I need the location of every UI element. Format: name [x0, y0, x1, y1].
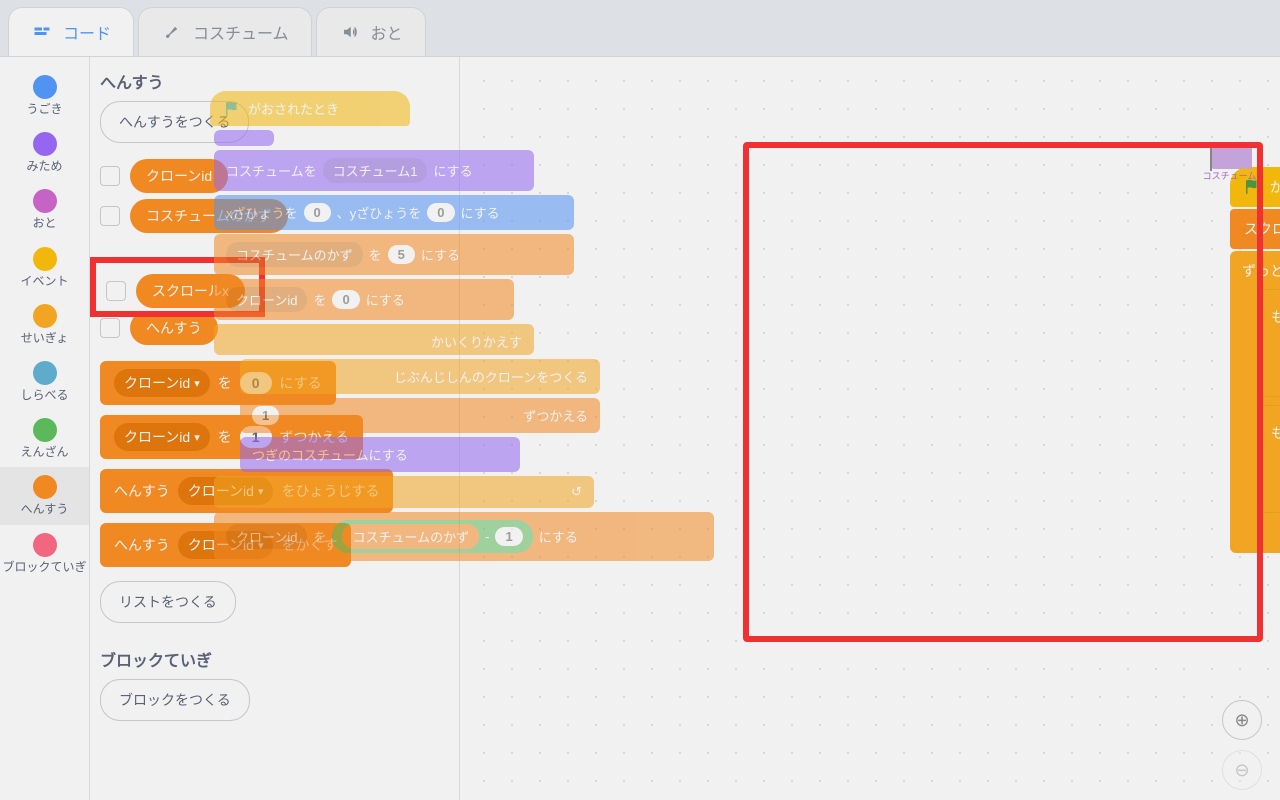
category-label: おと — [32, 217, 56, 230]
tab-costumes-label: コスチューム — [193, 20, 289, 44]
brush-icon — [161, 23, 183, 41]
var-checkbox[interactable] — [100, 166, 120, 186]
block-categories: うごきみためおとイベントせいぎょしらべるえんざんへんすうブロックていぎ — [0, 57, 90, 800]
category-dot — [33, 189, 57, 213]
block-palette: へんすう へんすうをつくる クローンid コスチュームのかず スクロールx へん… — [90, 57, 460, 800]
block-set-variable[interactable]: クローンid を 0 にする — [100, 361, 336, 405]
category-dot — [33, 475, 57, 499]
editor-tabs: コード コスチューム おと — [0, 0, 1280, 56]
block-show-variable[interactable]: へんすう クローンid をひょうじする — [100, 469, 393, 513]
category-looks[interactable]: みため — [0, 124, 89, 181]
make-block-button[interactable]: ブロックをつくる — [100, 679, 250, 721]
var-checkbox[interactable] — [100, 318, 120, 338]
block-if-right[interactable]: もし みぎむきやじるし キーがおされた なら スクロールx を 10 — [1260, 289, 1280, 397]
category-sound[interactable]: おと — [0, 181, 89, 238]
var-item[interactable]: クローンid — [100, 159, 449, 193]
block-hide-variable[interactable]: へんすう クローンid をかくす — [100, 523, 351, 567]
zoom-out-button[interactable]: ⊖ — [1222, 750, 1262, 790]
var-dropdown[interactable]: クローンid — [114, 423, 210, 451]
category-dot — [33, 132, 57, 156]
category-sensing[interactable]: しらべる — [0, 353, 89, 410]
var-checkbox[interactable] — [100, 206, 120, 226]
category-events[interactable]: イベント — [0, 239, 89, 296]
var-pill[interactable]: コスチュームのかず — [130, 199, 288, 233]
block-set-scrollx[interactable]: スクロールx を 0 にする — [1230, 209, 1280, 249]
make-list-button[interactable]: リストをつくる — [100, 581, 236, 623]
var-dropdown[interactable]: クローンid — [114, 369, 210, 397]
category-operators[interactable]: えんざん — [0, 410, 89, 467]
var-item[interactable]: コスチュームのかず — [100, 199, 449, 233]
block-change-variable[interactable]: クローンid を 1 ずつかえる — [100, 415, 363, 459]
block-forever[interactable]: ずっと もし みぎむきやじるし キーがおされた なら — [1230, 251, 1280, 553]
input-number[interactable]: 1 — [240, 426, 272, 448]
category-label: みため — [26, 160, 62, 173]
category-dot — [33, 247, 57, 271]
category-control[interactable]: せいぎょ — [0, 296, 89, 353]
input-number[interactable]: 0 — [240, 372, 272, 394]
category-dot — [33, 75, 57, 99]
tab-code-label: コード — [63, 20, 111, 44]
tab-costumes[interactable]: コスチューム — [138, 7, 312, 56]
var-pill[interactable]: クローンid — [130, 159, 228, 193]
category-label: えんざん — [20, 446, 68, 459]
category-motion[interactable]: うごき — [0, 67, 89, 124]
var-dropdown[interactable]: クローンid — [178, 477, 274, 505]
tab-code[interactable]: コード — [8, 7, 134, 56]
category-variables[interactable]: へんすう — [0, 467, 89, 524]
block-if-left[interactable]: もし ひだりむきやじるし キーがおされた なら スクロールx を -1 — [1260, 405, 1280, 513]
zoom-in-button[interactable]: ⊕ — [1222, 700, 1262, 740]
category-dot — [33, 418, 57, 442]
make-variable-button[interactable]: へんすうをつくる — [100, 101, 249, 143]
palette-highlight: スクロールx — [90, 257, 265, 317]
category-label: へんすう — [21, 503, 69, 516]
tab-sounds-label: おと — [371, 20, 403, 44]
main-area: うごきみためおとイベントせいぎょしらべるえんざんへんすうブロックていぎ へんすう… — [0, 56, 1280, 800]
code-icon — [31, 23, 53, 41]
script-workspace[interactable]: がおされたとき コスチュームを コスチューム1 にする xざひょうを0 、yざひ… — [460, 57, 1280, 800]
sound-icon — [339, 23, 361, 41]
var-dropdown[interactable]: クローンid — [178, 531, 274, 559]
zoom-controls: ⊕ ⊖ — [1222, 700, 1262, 790]
category-dot — [33, 361, 57, 385]
var-pill-scrollx[interactable]: スクロールx — [136, 274, 245, 308]
category-label: せいぎょ — [21, 332, 68, 345]
var-checkbox[interactable] — [106, 281, 126, 301]
main-script[interactable]: がおされたとき スクロールx を 0 にする ずっと もし みぎむきやじるし — [1230, 167, 1280, 553]
category-label: ブロックていぎ — [2, 561, 86, 574]
sprite-thumbnail[interactable]: コスチューム1 — [1202, 147, 1262, 185]
category-dot — [33, 304, 57, 328]
category-label: うごき — [26, 103, 62, 116]
var-dropdown[interactable]: スクロールx — [1244, 219, 1280, 239]
category-label: イベント — [20, 275, 68, 288]
palette-heading-myblocks: ブロックていぎ — [100, 647, 449, 671]
tab-sounds[interactable]: おと — [316, 7, 426, 56]
palette-heading-variables: へんすう — [100, 69, 449, 93]
category-dot — [33, 533, 57, 557]
category-myblocks[interactable]: ブロックていぎ — [0, 525, 89, 582]
category-label: しらべる — [20, 389, 68, 402]
